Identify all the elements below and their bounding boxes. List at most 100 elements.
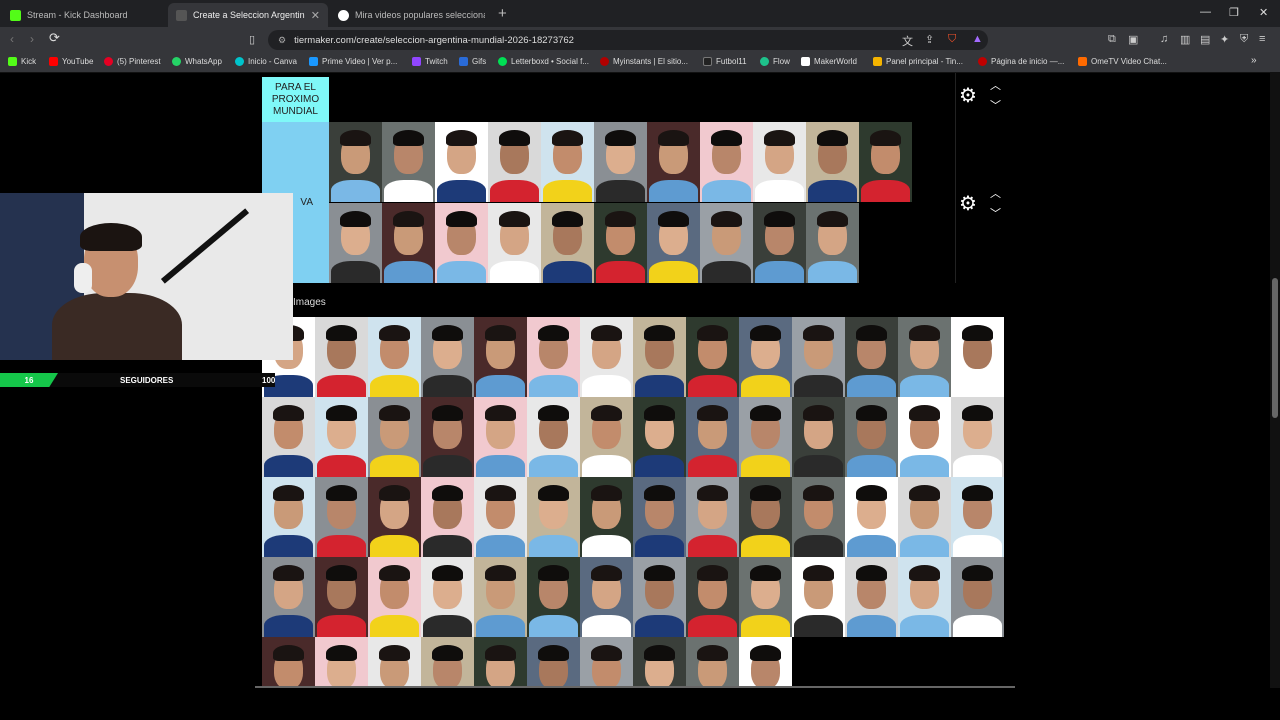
player-card[interactable] [700, 203, 753, 283]
pool-player-card[interactable] [368, 477, 421, 557]
restore-icon[interactable]: ❐ [1229, 6, 1239, 19]
move-up-icon[interactable]: ︿ [990, 185, 1001, 201]
pool-player-card[interactable] [739, 397, 792, 477]
leo-icon[interactable]: ✦ [1220, 33, 1229, 46]
bookmark-kick[interactable]: Kick [8, 57, 36, 66]
player-card[interactable] [594, 122, 647, 202]
pool-player-card[interactable] [421, 477, 474, 557]
pool-player-card[interactable] [262, 477, 315, 557]
bookmark-whatsapp[interactable]: WhatsApp [172, 57, 222, 66]
bookmark-ometv[interactable]: OmeTV Video Chat... [1078, 57, 1167, 66]
brave-shield-icon[interactable]: ⛉ [948, 33, 956, 46]
pool-player-card[interactable] [739, 317, 792, 397]
site-info-icon[interactable]: ⚙ [278, 35, 286, 46]
pool-player-card[interactable] [421, 397, 474, 477]
vertical-scrollbar[interactable] [1270, 73, 1280, 688]
menu-icon[interactable]: ≡ [1259, 33, 1265, 45]
close-tab-icon[interactable]: ✕ [311, 9, 320, 22]
player-card[interactable] [700, 122, 753, 202]
brave-rewards-icon[interactable]: ▲ [972, 33, 983, 45]
close-window-icon[interactable]: ✕ [1259, 6, 1268, 19]
pool-player-card[interactable] [527, 477, 580, 557]
player-card[interactable] [329, 203, 382, 283]
new-tab-button[interactable]: + [498, 5, 507, 22]
pool-player-card[interactable] [368, 397, 421, 477]
pool-player-card[interactable] [951, 557, 1004, 637]
pool-player-card[interactable] [474, 557, 527, 637]
tab-kick-dashboard[interactable]: Stream - Kick Dashboard [2, 3, 167, 27]
pool-player-card[interactable] [686, 477, 739, 557]
pool-player-card[interactable] [792, 397, 845, 477]
pool-player-card[interactable] [792, 317, 845, 397]
bookmark-pinterest[interactable]: (5) Pinterest [104, 57, 161, 66]
pool-player-card[interactable] [633, 477, 686, 557]
pool-player-card[interactable] [580, 637, 633, 688]
pool-player-card[interactable] [580, 397, 633, 477]
pool-player-card[interactable] [633, 557, 686, 637]
bookmark-futbol11[interactable]: Futbol11 [703, 57, 747, 66]
bookmark-gifs[interactable]: Gifs [459, 57, 486, 66]
extensions-icon[interactable]: ⧉ [1108, 33, 1116, 46]
bookmark-myinstants[interactable]: Myinstants | El sitio... [600, 57, 688, 66]
pool-player-card[interactable] [315, 317, 368, 397]
bookmark-canva[interactable]: Inicio - Canva [235, 57, 297, 66]
pool-player-card[interactable] [368, 317, 421, 397]
player-card[interactable] [647, 122, 700, 202]
move-down-icon[interactable]: ﹀ [990, 97, 1001, 113]
pool-player-card[interactable] [474, 397, 527, 477]
share-icon[interactable]: ⇪ [925, 33, 934, 46]
pool-player-card[interactable] [315, 637, 368, 688]
bookmark-twitch[interactable]: Twitch [412, 57, 448, 66]
more-bookmarks-icon[interactable]: » [1251, 55, 1257, 66]
pool-player-card[interactable] [262, 397, 315, 477]
pool-player-card[interactable] [474, 317, 527, 397]
back-icon[interactable]: ‹ [10, 32, 14, 46]
move-up-icon[interactable]: ︿ [990, 77, 1001, 93]
translate-icon[interactable]: 文 [902, 33, 913, 49]
forward-icon[interactable]: › [30, 32, 34, 46]
player-card[interactable] [488, 122, 541, 202]
pool-player-card[interactable] [580, 477, 633, 557]
player-card[interactable] [435, 122, 488, 202]
pool-player-card[interactable] [368, 557, 421, 637]
pool-player-card[interactable] [686, 317, 739, 397]
pool-player-card[interactable] [315, 477, 368, 557]
pool-player-card[interactable] [739, 637, 792, 688]
pool-player-card[interactable] [633, 317, 686, 397]
pool-player-card[interactable] [633, 397, 686, 477]
player-card[interactable] [435, 203, 488, 283]
pool-player-card[interactable] [580, 557, 633, 637]
pool-player-card[interactable] [315, 557, 368, 637]
player-card[interactable] [382, 203, 435, 283]
pool-player-card[interactable] [527, 317, 580, 397]
pool-player-card[interactable] [633, 637, 686, 688]
pool-player-card[interactable] [686, 557, 739, 637]
pool-player-card[interactable] [845, 477, 898, 557]
scrollbar-thumb[interactable] [1272, 278, 1278, 418]
pool-player-card[interactable] [580, 317, 633, 397]
tier-label-para-el-proximo-mundial[interactable]: PARA EL PROXIMO MUNDIAL [262, 77, 329, 122]
pool-player-card[interactable] [951, 477, 1004, 557]
pool-player-card[interactable] [421, 637, 474, 688]
pool-player-card[interactable] [739, 557, 792, 637]
pool-player-card[interactable] [527, 637, 580, 688]
pool-player-card[interactable] [898, 317, 951, 397]
move-down-icon[interactable]: ﹀ [990, 205, 1001, 221]
pool-player-card[interactable] [421, 317, 474, 397]
player-card[interactable] [859, 122, 912, 202]
player-card[interactable] [382, 122, 435, 202]
music-icon[interactable]: ♫ [1160, 33, 1168, 45]
pool-player-card[interactable] [739, 477, 792, 557]
player-card[interactable] [753, 203, 806, 283]
sidebar-icon[interactable]: ▥ [1180, 33, 1190, 46]
bookmark-tinkercad[interactable]: Panel principal - Tin... [873, 57, 963, 66]
pool-player-card[interactable] [421, 557, 474, 637]
url-bar[interactable]: ⚙ tiermaker.com/create/seleccion-argenti… [268, 30, 988, 50]
pool-player-card[interactable] [368, 637, 421, 688]
pool-player-card[interactable] [845, 397, 898, 477]
pool-player-card[interactable] [262, 637, 315, 688]
player-card[interactable] [329, 122, 382, 202]
player-card[interactable] [806, 203, 859, 283]
bookmark-icon[interactable]: ▯ [249, 33, 255, 46]
settings-gear-icon[interactable]: ⚙ [959, 191, 977, 216]
